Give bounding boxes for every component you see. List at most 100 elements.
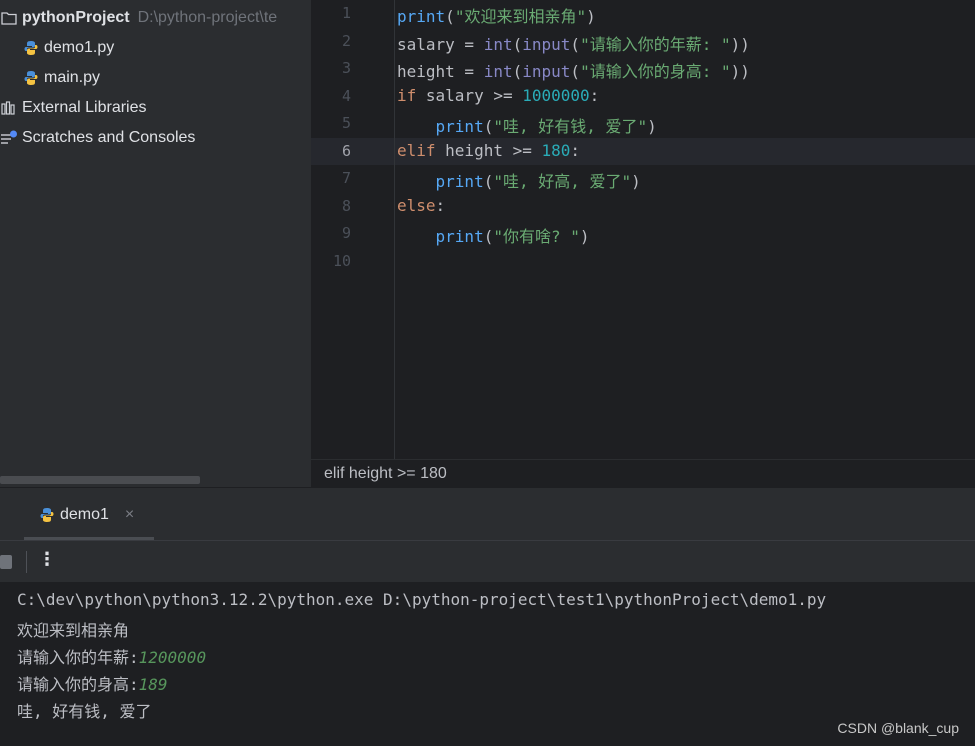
code-line[interactable]: 8 else: bbox=[311, 193, 975, 221]
code-line[interactable]: 9 print("你有啥? ") bbox=[311, 220, 975, 248]
code-token: salary = bbox=[397, 34, 484, 54]
code-token: "哇, 好有钱, 爱了" bbox=[493, 117, 648, 136]
tree-item-main[interactable]: main.py bbox=[22, 63, 100, 93]
tree-item-demo1[interactable]: demo1.py bbox=[22, 33, 114, 63]
code-token: print bbox=[397, 7, 446, 26]
breadcrumb[interactable]: elif height >= 180 bbox=[324, 465, 447, 483]
scratches-icon bbox=[0, 129, 18, 147]
code-token: height >= bbox=[435, 140, 542, 160]
console-prompt-salary: 请输入你的年薪:1200000 bbox=[17, 644, 206, 668]
code-line[interactable]: 5 print("哇, 好有钱, 爱了") bbox=[311, 110, 975, 138]
tree-item-scratches[interactable]: Scratches and Consoles bbox=[0, 123, 195, 153]
code-token: ) bbox=[586, 7, 596, 26]
code-line[interactable]: 2 salary = int(input("请输入你的年薪: ")) bbox=[311, 28, 975, 56]
code-line[interactable]: 7 print("哇, 好高, 爱了") bbox=[311, 165, 975, 193]
code-token: ( bbox=[570, 62, 581, 81]
code-token: : bbox=[589, 85, 600, 105]
code-token: ( bbox=[512, 62, 523, 81]
code-token: input bbox=[522, 62, 571, 81]
prompt-text: 请输入你的身高: bbox=[17, 675, 139, 694]
code-token: "请输入你的年薪: " bbox=[580, 34, 731, 54]
code-token: ( bbox=[483, 227, 494, 246]
code-token: else bbox=[397, 195, 436, 215]
scratches-label: Scratches and Consoles bbox=[22, 129, 196, 146]
code-token: )) bbox=[730, 34, 750, 54]
python-file-icon bbox=[22, 69, 40, 87]
console-output[interactable]: C:\dev\python\python3.12.2\python.exe D:… bbox=[0, 582, 975, 746]
code-text: print("哇, 好高, 爱了") bbox=[397, 168, 641, 192]
gutter-divider bbox=[394, 0, 395, 459]
library-icon bbox=[0, 99, 18, 117]
code-token: salary >= bbox=[416, 85, 523, 105]
line-number: 1 bbox=[341, 4, 351, 22]
tab-run-demo1[interactable]: demo1 × bbox=[24, 488, 154, 541]
editor-breadcrumb-bar: elif height >= 180 bbox=[311, 459, 975, 487]
folder-icon bbox=[0, 9, 18, 27]
code-token: 180 bbox=[541, 140, 571, 160]
line-number: 3 bbox=[341, 59, 351, 77]
code-token: "你有啥? " bbox=[493, 227, 580, 246]
code-token: if bbox=[397, 85, 417, 105]
code-token: ( bbox=[483, 117, 494, 136]
console-result-line: 哇, 好有钱, 爱了 bbox=[17, 702, 152, 721]
line-number: 4 bbox=[341, 86, 351, 105]
code-token: elif bbox=[397, 140, 436, 160]
code-token: ( bbox=[483, 172, 494, 191]
line-number: 8 bbox=[341, 196, 351, 215]
more-options-icon[interactable]: ⋮ bbox=[38, 549, 56, 570]
line-number: 6 bbox=[341, 141, 351, 160]
code-text: if salary >= 1000000: bbox=[397, 86, 599, 105]
close-icon[interactable]: × bbox=[125, 506, 134, 524]
code-token: ( bbox=[570, 34, 581, 54]
tree-item-project-root[interactable]: pythonProject D:\python-project\te bbox=[0, 3, 277, 33]
code-token: "哇, 好高, 爱了" bbox=[493, 172, 632, 191]
code-token: "欢迎来到相亲角" bbox=[454, 7, 587, 26]
python-file-icon bbox=[22, 39, 40, 57]
code-token: : bbox=[435, 195, 446, 215]
project-root-path: D:\python-project\te bbox=[137, 9, 278, 26]
file-label-main: main.py bbox=[44, 69, 101, 86]
code-token: : bbox=[570, 140, 581, 160]
run-tab-label: demo1 bbox=[60, 505, 109, 523]
line-number: 5 bbox=[341, 114, 351, 132]
code-token: input bbox=[522, 34, 571, 54]
stop-button[interactable] bbox=[0, 555, 12, 569]
tree-item-external-libraries[interactable]: External Libraries bbox=[0, 93, 147, 123]
code-token: ) bbox=[579, 227, 590, 246]
code-token: int bbox=[483, 34, 513, 54]
line-number: 10 bbox=[332, 251, 351, 270]
code-line[interactable]: 6 elif height >= 180: bbox=[311, 137, 975, 165]
run-toolbar: ⋮ bbox=[0, 540, 975, 582]
code-line[interactable]: 10 bbox=[311, 248, 975, 276]
code-text: salary = int(input("请输入你的年薪: ")) bbox=[397, 31, 750, 55]
code-line[interactable]: 4 if salary >= 1000000: bbox=[311, 83, 975, 111]
external-libraries-label: External Libraries bbox=[22, 99, 147, 116]
code-text: print("哇, 好有钱, 爱了") bbox=[397, 113, 657, 137]
code-token: ( bbox=[445, 7, 455, 26]
code-token: ) bbox=[647, 117, 657, 136]
console-command-line: C:\dev\python\python3.12.2\python.exe D:… bbox=[17, 590, 827, 609]
code-token: print bbox=[435, 172, 484, 191]
run-tab-bar: demo1 × bbox=[0, 487, 975, 540]
code-text: else: bbox=[397, 196, 445, 215]
code-line[interactable]: 3 height = int(input("请输入你的身高: ")) bbox=[311, 55, 975, 83]
code-token: int bbox=[483, 62, 513, 81]
horizontal-scrollbar[interactable] bbox=[0, 476, 200, 484]
code-token: "请输入你的身高: " bbox=[580, 62, 731, 81]
code-token: 1000000 bbox=[522, 85, 590, 105]
code-text: elif height >= 180: bbox=[397, 141, 580, 160]
user-input-height: 189 bbox=[138, 675, 168, 694]
console-output-line: 欢迎来到相亲角 bbox=[17, 621, 130, 640]
code-text: print("你有啥? ") bbox=[397, 223, 590, 247]
code-line[interactable]: 1 print("欢迎来到相亲角") bbox=[311, 0, 975, 28]
code-token: height = bbox=[397, 62, 484, 81]
console-prompt-height: 请输入你的身高:189 bbox=[17, 671, 168, 695]
code-token: ) bbox=[631, 172, 641, 191]
project-tree-panel: pythonProject D:\python-project\te demo1… bbox=[0, 0, 311, 487]
line-number: 2 bbox=[341, 31, 351, 50]
file-label-demo1: demo1.py bbox=[44, 39, 115, 56]
python-file-icon bbox=[38, 506, 56, 524]
code-token: print bbox=[435, 117, 484, 136]
